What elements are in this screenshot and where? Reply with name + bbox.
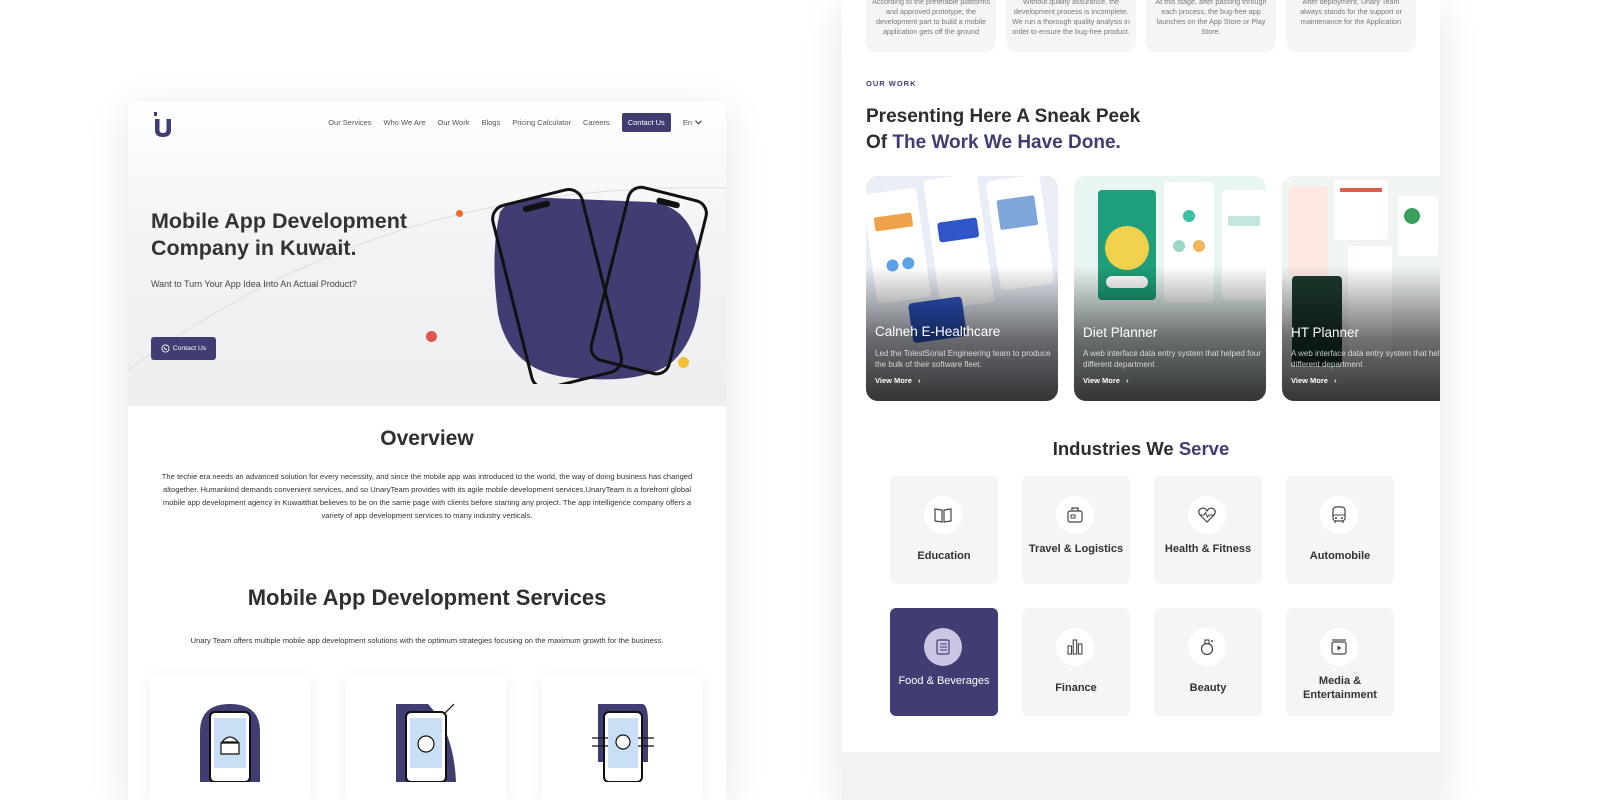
our-work-title-line1: Presenting Here A Sneak Peek xyxy=(866,106,1141,127)
chevron-right-icon: › xyxy=(1333,376,1337,385)
industry-label: Education xyxy=(917,550,971,562)
service-card-cross-platform[interactable] xyxy=(542,674,702,800)
process-card-development: According to the preferable platforms an… xyxy=(866,0,996,52)
luggage-icon xyxy=(1056,496,1094,534)
nav-contact-button[interactable]: Contact Us xyxy=(621,113,671,132)
menu-icon xyxy=(924,628,962,666)
our-work-title: Presenting Here A Sneak Peek Of The Work… xyxy=(866,104,1140,156)
project-description: A web interface data entry system that h… xyxy=(1291,349,1440,369)
view-more-link[interactable]: View More › xyxy=(1291,376,1336,385)
industry-automobile[interactable]: Automobile xyxy=(1286,476,1394,584)
view-more-label: View More xyxy=(1083,376,1120,385)
industry-label: Automobile xyxy=(1309,550,1371,562)
our-work-title-line2: Of The Work We Have Done. xyxy=(866,130,1140,156)
industries-heading-plain: Industries We xyxy=(1052,438,1179,459)
industry-label: Beauty xyxy=(1189,682,1227,694)
nav-links: Our Services Who We Are Our Work Blogs P… xyxy=(328,113,702,132)
process-text-development: According to the preferable platforms an… xyxy=(872,0,990,36)
industry-label: Media & Entertainment xyxy=(1303,675,1377,701)
process-card-testing: Without quality assurance, the developme… xyxy=(1006,0,1136,52)
next-section-band xyxy=(842,752,1440,800)
industry-education[interactable]: Education xyxy=(890,476,998,584)
language-label: En xyxy=(682,118,692,127)
bus-icon xyxy=(1320,496,1358,534)
overview-text: The techie era needs an advanced solutio… xyxy=(161,472,693,520)
whatsapp-icon xyxy=(161,344,170,353)
bar-chart-icon xyxy=(1056,628,1094,666)
orange-dot-decoration xyxy=(456,210,463,217)
industry-health-fitness[interactable]: Health & Fitness xyxy=(1154,476,1262,584)
view-more-label: View More xyxy=(875,376,912,385)
project-title: Diet Planner xyxy=(1083,325,1158,340)
nav-our-work[interactable]: Our Work xyxy=(438,118,470,127)
services-heading: Mobile App Development Services xyxy=(247,585,607,610)
process-text-support: After deployment, Unary Team always stan… xyxy=(1300,0,1402,26)
process-card-deployment: At this stage, after passing through eac… xyxy=(1146,0,1276,52)
chevron-right-icon: › xyxy=(917,376,921,385)
left-page-mockup: Our Services Who We Are Our Work Blogs P… xyxy=(128,102,726,800)
unary-logo[interactable] xyxy=(150,110,176,138)
perfume-icon xyxy=(1188,628,1226,666)
our-work-title-of: Of xyxy=(866,132,893,153)
nav-careers[interactable]: Careers xyxy=(583,118,610,127)
nav-blogs[interactable]: Blogs xyxy=(481,118,500,127)
video-icon xyxy=(1320,628,1358,666)
industries-heading-accent: Serve xyxy=(1178,438,1230,459)
services-text: Unary Team offers multiple mobile app de… xyxy=(190,636,664,645)
cross-platform-phone-icon xyxy=(592,704,654,782)
language-selector[interactable]: En xyxy=(683,118,702,127)
industry-label: Travel & Logistics xyxy=(1028,543,1124,555)
hero-contact-label: Contact Us xyxy=(172,345,207,352)
industry-label: Food & Beverages xyxy=(898,675,990,687)
industry-media-entertainment[interactable]: Media & Entertainment xyxy=(1286,608,1394,716)
service-card-android[interactable] xyxy=(150,674,310,800)
view-more-link[interactable]: View More › xyxy=(875,376,920,385)
industry-food-beverages[interactable]: Food & Beverages xyxy=(890,608,998,716)
project-card-ht-planner[interactable]: HT Planner A web interface data entry sy… xyxy=(1282,176,1440,401)
industry-finance[interactable]: Finance xyxy=(1022,608,1130,716)
project-card-healthcare[interactable]: Calneh E-Healthcare Led the TolestSoriat… xyxy=(866,176,1058,401)
hero-contact-button[interactable]: Contact Us xyxy=(151,337,216,360)
project-title: HT Planner xyxy=(1291,325,1360,340)
industry-travel-logistics[interactable]: Travel & Logistics xyxy=(1022,476,1130,584)
industry-beauty[interactable]: Beauty xyxy=(1154,608,1262,716)
top-navigation: Our Services Who We Are Our Work Blogs P… xyxy=(128,102,726,144)
our-work-eyebrow: OUR WORK xyxy=(866,79,917,88)
right-page-mockup: According to the preferable platforms an… xyxy=(842,0,1440,800)
hero-title: Mobile App Development Company in Kuwait… xyxy=(151,209,408,260)
service-card-ios[interactable] xyxy=(346,674,506,800)
book-icon xyxy=(924,496,962,534)
process-card-support: After deployment, Unary Team always stan… xyxy=(1286,0,1416,52)
project-description: A web interface data entry system that h… xyxy=(1083,349,1261,369)
project-description: Led the TolestSoriat Engineering team to… xyxy=(875,349,1051,369)
our-work-title-accent: The Work We Have Done. xyxy=(892,132,1121,153)
apple-phone-icon xyxy=(396,703,456,782)
process-text-testing: Without quality assurance, the developme… xyxy=(1012,0,1130,36)
showcase-canvas: Our Services Who We Are Our Work Blogs P… xyxy=(0,0,1600,800)
chevron-down-icon xyxy=(695,120,702,125)
heart-pulse-icon xyxy=(1188,496,1226,534)
project-card-diet-planner[interactable]: Diet Planner A web interface data entry … xyxy=(1074,176,1266,401)
hero-subtitle: Want to Turn Your App Idea Into An Actua… xyxy=(151,279,357,289)
android-phone-icon xyxy=(200,704,260,782)
hero-phones-illustration xyxy=(491,185,708,384)
red-dot-decoration xyxy=(426,331,437,342)
industry-label: Health & Fitness xyxy=(1164,543,1252,555)
industries-heading: Industries We Serve xyxy=(842,438,1440,460)
overview-heading: Overview xyxy=(380,427,474,450)
chevron-right-icon: › xyxy=(1125,376,1129,385)
view-more-link[interactable]: View More › xyxy=(1083,376,1128,385)
project-title: Calneh E-Healthcare xyxy=(875,324,1001,339)
nav-pricing-calculator[interactable]: Pricing Calculator xyxy=(512,118,571,127)
nav-who-we-are[interactable]: Who We Are xyxy=(384,118,426,127)
nav-our-services[interactable]: Our Services xyxy=(328,118,371,127)
industry-label: Finance xyxy=(1055,682,1097,694)
process-text-deployment: At this stage, after passing through eac… xyxy=(1155,0,1267,36)
view-more-label: View More xyxy=(1291,376,1328,385)
